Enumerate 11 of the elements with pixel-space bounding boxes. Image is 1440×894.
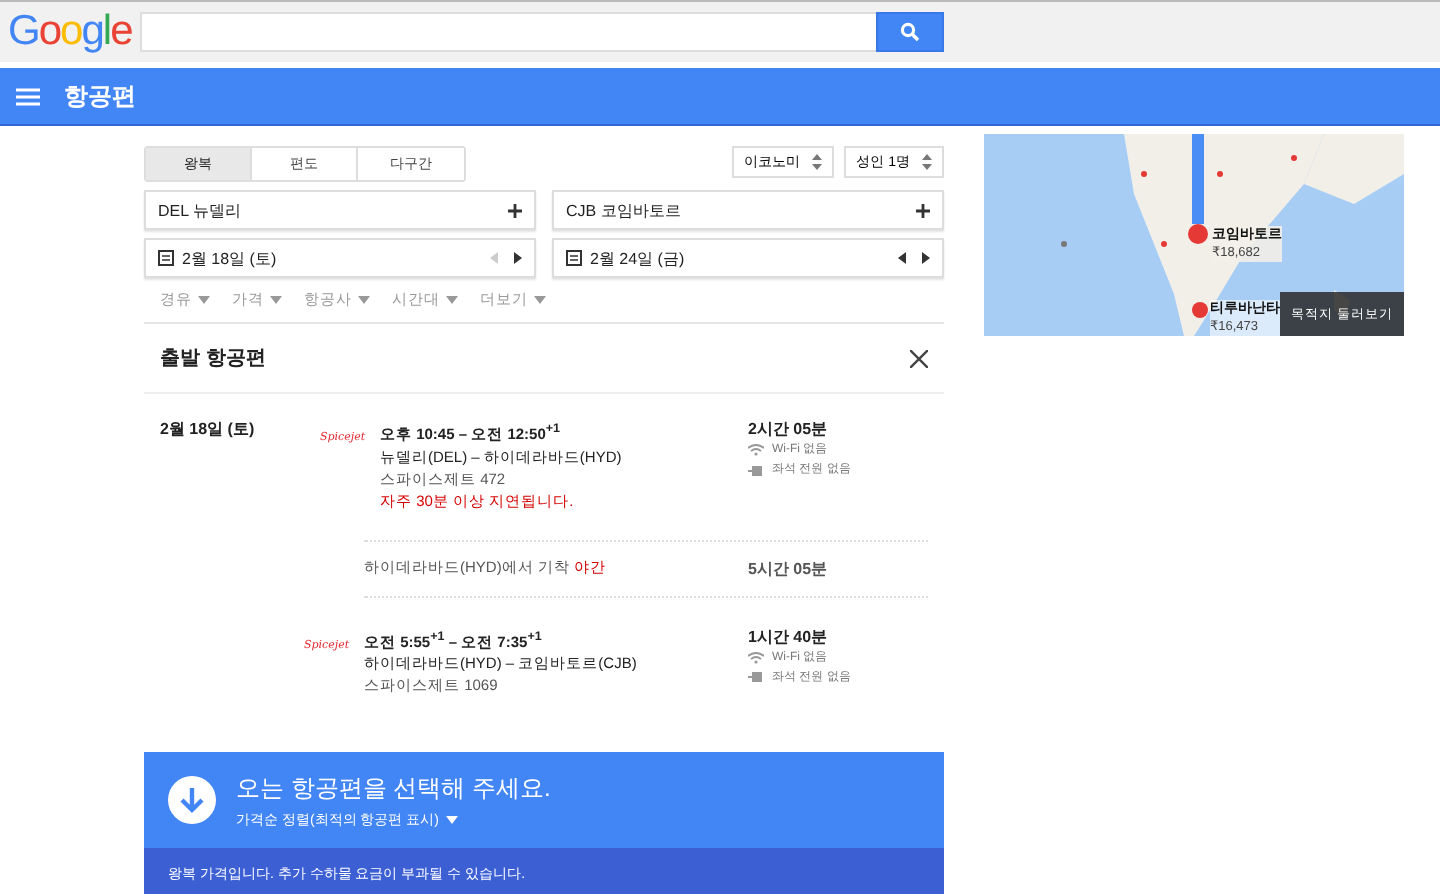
flight-duration: 2시간 05분 (748, 418, 830, 440)
section-title: 출발 항공편 (160, 346, 266, 372)
layover-duration: 5시간 05분 (748, 557, 830, 579)
date-field[interactable]: 2월 18일 (토) (144, 238, 536, 278)
page-title: 항공편 (64, 79, 136, 113)
destination-field[interactable]: CJB 코임바토르 (552, 190, 944, 230)
flight-duration: 1시간 40분 (748, 625, 830, 647)
origin-field[interactable]: DEL 뉴델리 (144, 190, 536, 230)
banner-title: 오는 항공편을 선택해 주세요. (236, 771, 551, 805)
date-field[interactable]: 2월 24일 (금) (552, 238, 944, 278)
flight-date: 2월 18일 (토) (158, 418, 257, 442)
